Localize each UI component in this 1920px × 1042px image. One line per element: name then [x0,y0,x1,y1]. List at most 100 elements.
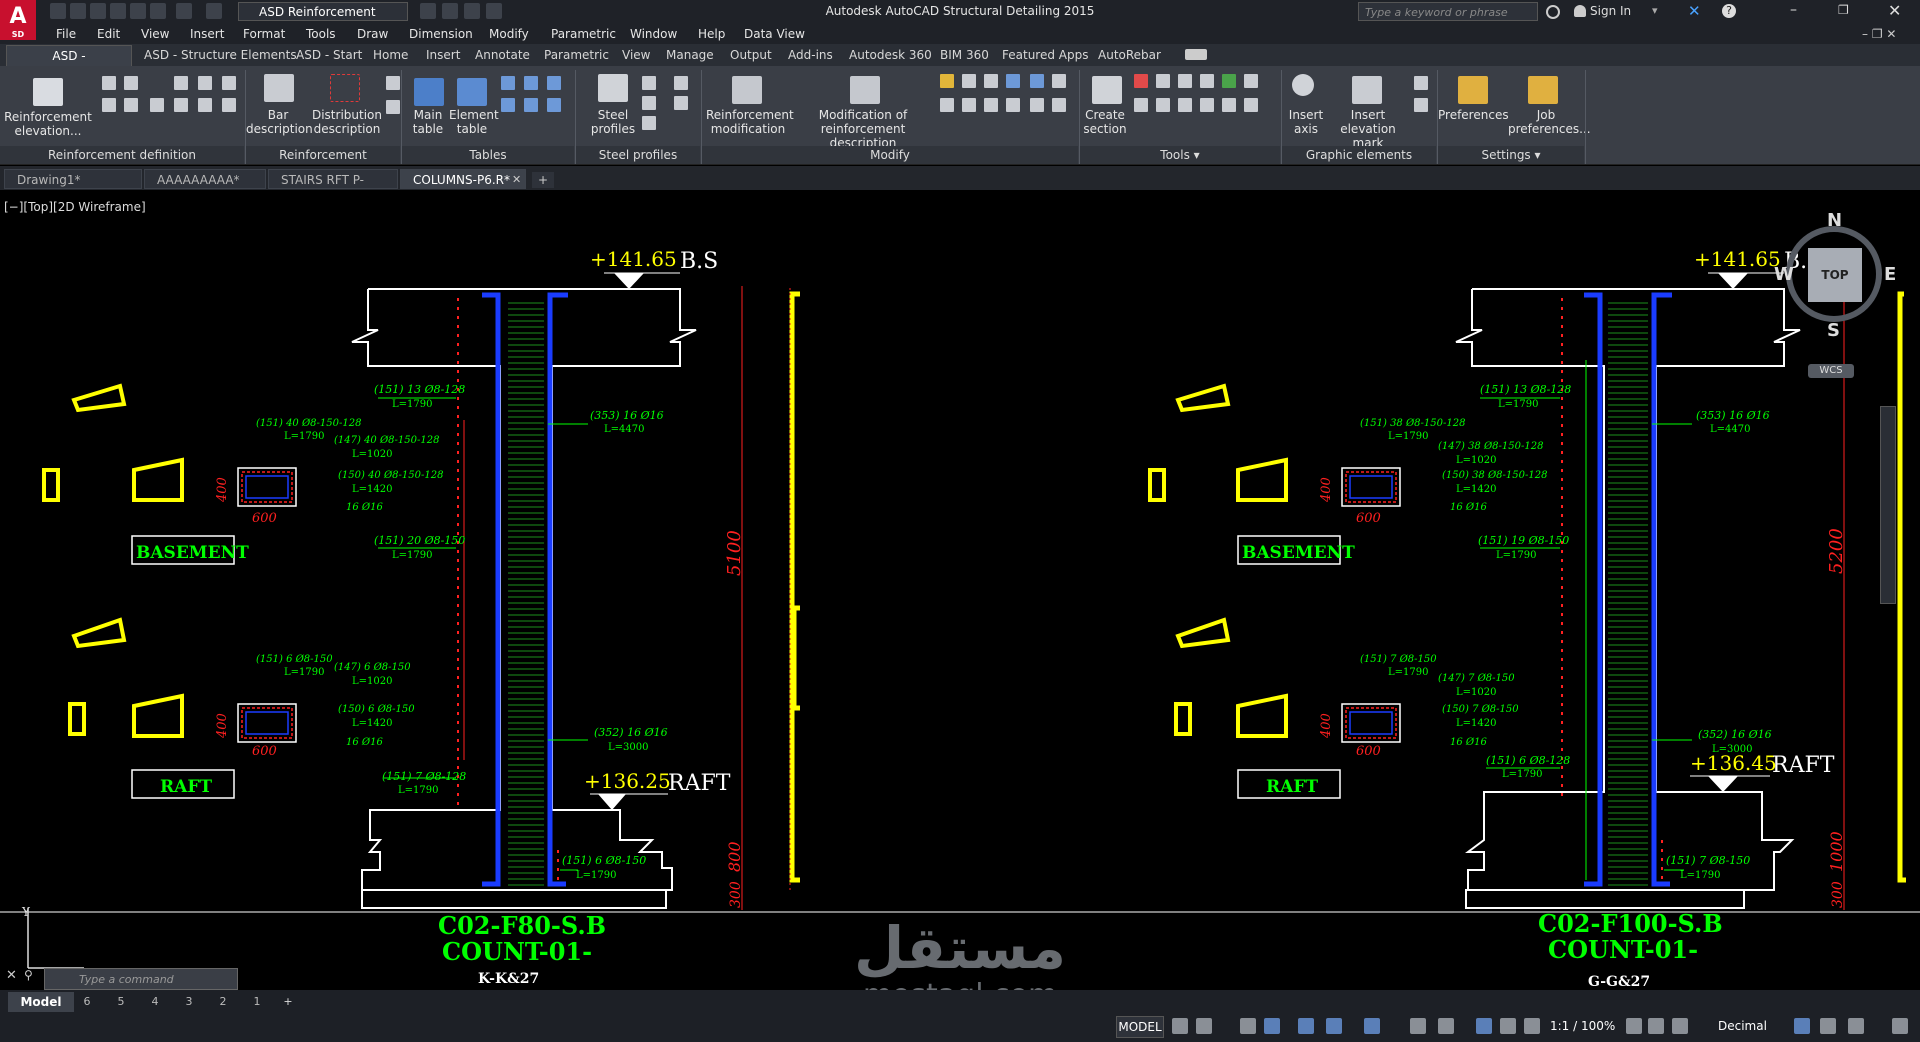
tab-asd-reinforcement[interactable]: ASD - Reinforcement [6,45,132,83]
reinf-tool-1-icon[interactable] [102,76,116,90]
modification-of-reinforcement-description-button[interactable]: Modification of reinforcement descriptio… [790,108,936,150]
viewport-controls-label[interactable]: [−][Top][2D Wireframe] [4,200,146,214]
doc-tab-stairs-rft[interactable]: STAIRS RFT P-02* [268,169,398,207]
tools-11-icon[interactable] [1222,98,1236,112]
create-section-button[interactable]: Create section [1080,108,1130,136]
menu-insert[interactable]: Insert [190,27,224,41]
main-table-button[interactable]: Main table [404,108,452,136]
selection-cycling-icon[interactable] [1438,1018,1454,1034]
panel-graphic-elements[interactable]: Graphic elements [1282,146,1436,164]
layout-tab-model[interactable]: Model [8,992,74,1012]
menu-dimension[interactable]: Dimension [409,27,473,41]
layout-tab-4[interactable]: 4 [148,993,162,1011]
save-as-icon[interactable] [110,3,126,19]
element-table-button[interactable]: Element table [449,108,499,136]
doc-tab-drawing1[interactable]: Drawing1* [4,169,142,189]
tab-autodesk-360[interactable]: Autodesk 360 [849,48,932,62]
menu-file[interactable]: File [56,27,76,41]
chevron-down-icon[interactable]: ▾ [1652,4,1658,17]
compass-west[interactable]: W [1774,264,1794,285]
quick-properties-icon[interactable] [1794,1018,1810,1034]
add-layout-icon[interactable]: + [280,993,296,1011]
job-preferences-button[interactable]: Job preferences... [1508,108,1591,136]
navcube-top-face[interactable]: TOP [1808,248,1862,302]
reinf-tool-7-icon[interactable] [124,98,138,112]
panel-tools[interactable]: Tools ▾ [1080,146,1280,164]
tab-asd-structure-elements[interactable]: ASD - Structure Elements [144,48,297,62]
panel-steel-profiles-definition[interactable]: Steel profiles definition [576,146,700,180]
tab-view[interactable]: View [622,48,650,62]
profile-tool-2-icon[interactable] [642,96,656,110]
tools-6-icon[interactable] [1244,74,1258,88]
doc-tab-columns-p6[interactable]: COLUMNS-P6.R* [400,169,526,189]
bar-description-button[interactable]: Bar description [246,108,313,136]
menu-help[interactable]: Help [698,27,725,41]
modify-tool-8-icon[interactable] [962,98,976,112]
tab-add-ins[interactable]: Add-ins [788,48,833,62]
preferences-button[interactable]: Preferences [1438,108,1509,122]
wcs-menu[interactable]: WCS [1808,364,1854,378]
workspace-gear-icon[interactable] [1626,1018,1642,1034]
modify-tool-5-icon[interactable] [1030,74,1044,88]
help-icon[interactable]: ? [1722,4,1736,18]
reinf-tool-3-icon[interactable] [174,76,188,90]
compass-south[interactable]: S [1827,320,1840,341]
steel-profiles-button[interactable]: Steel profiles [580,108,646,136]
tools-10-icon[interactable] [1200,98,1214,112]
modify-tool-11-icon[interactable] [1030,98,1044,112]
desc-tool-2-icon[interactable] [386,100,400,114]
tools-1-icon[interactable] [1134,74,1148,88]
isodraft-icon[interactable] [1298,1018,1314,1034]
redo-icon[interactable] [206,3,222,19]
reinf-tool-2-icon[interactable] [124,76,138,90]
isolate-objects-icon[interactable] [1820,1018,1836,1034]
sign-in-link[interactable]: Sign In [1590,4,1631,18]
reinf-tool-5-icon[interactable] [222,76,236,90]
tools-5-icon[interactable] [1222,74,1236,88]
modify-tool-12-icon[interactable] [1052,98,1066,112]
tab-asd-start[interactable]: ASD - Start [296,48,362,62]
reinforcement-modification-button[interactable]: Reinforcement modification [706,108,794,136]
tools-9-icon[interactable] [1178,98,1192,112]
reinf-tool-8-icon[interactable] [150,98,164,112]
profile-tool-3-icon[interactable] [642,116,656,130]
auto-scale-icon[interactable] [1500,1018,1516,1034]
customization-menu-icon[interactable] [1892,1018,1908,1034]
close-tab-icon[interactable]: ✕ [512,173,521,186]
close-icon[interactable]: ✕ [1888,1,1901,20]
drawing-canvas[interactable]: +141.65 B.S +136.25 RAFT 5100 800 300 (1… [0,192,1920,990]
ortho-icon[interactable] [1240,1018,1256,1034]
panel-reinforcement-description[interactable]: Reinforcement description [246,146,400,180]
reinf-tool-4-icon[interactable] [198,76,212,90]
grid-icon[interactable] [1172,1018,1188,1034]
desc-tool-1-icon[interactable] [386,76,400,90]
tools-3-icon[interactable] [1178,74,1192,88]
restore-icon[interactable]: ❐ [1838,3,1849,17]
match-properties-icon[interactable] [420,3,436,19]
graphic-tool-2-icon[interactable] [1414,98,1428,112]
graphic-tool-1-icon[interactable] [1414,76,1428,90]
profile-tool-4-icon[interactable] [674,76,688,90]
menu-modify[interactable]: Modify [489,27,529,41]
menu-edit[interactable]: Edit [97,27,120,41]
profile-tool-5-icon[interactable] [674,96,688,110]
clean-screen-icon[interactable] [442,3,458,19]
table-tool-5-icon[interactable] [524,98,538,112]
exchange-icon[interactable]: ✕ [1688,2,1701,20]
plot-icon[interactable] [150,3,166,19]
application-menu-button[interactable]: A SD [0,0,36,40]
insert-elevation-mark-button[interactable]: Insert elevation mark [1326,108,1410,150]
profile-tool-1-icon[interactable] [642,76,656,90]
tab-manage[interactable]: Manage [666,48,714,62]
table-tool-6-icon[interactable] [547,98,561,112]
open-file-icon[interactable] [70,3,86,19]
command-line-input[interactable]: Type a command [44,968,238,990]
annotation-visibility-icon[interactable] [1476,1018,1492,1034]
reinf-tool-9-icon[interactable] [174,98,188,112]
modify-tool-1-icon[interactable] [940,74,954,88]
tab-output[interactable]: Output [730,48,772,62]
close-command-line-icon[interactable]: ✕ [6,968,17,983]
menu-view[interactable]: View [141,27,169,41]
annotation-scale-icon[interactable] [1524,1018,1540,1034]
new-file-icon[interactable] [50,3,66,19]
